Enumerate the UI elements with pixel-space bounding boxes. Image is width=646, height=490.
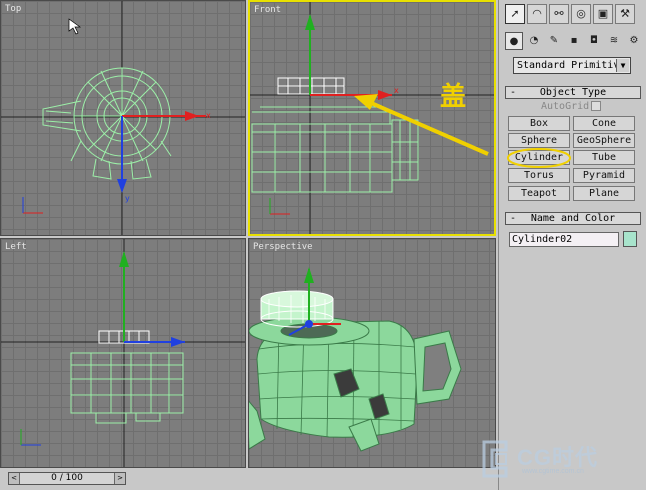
time-slider[interactable]: < 0 / 100 > [8,472,126,485]
viewport-label-front: Front [254,5,282,15]
svg-text:x: x [394,86,399,95]
motion-tab-icon[interactable]: ◎ [571,4,591,24]
tube-button[interactable]: Tube [573,150,635,165]
svg-text:y: y [125,194,130,203]
lights-icon[interactable]: ✎ [545,32,563,50]
object-name-field[interactable]: Cylinder02 [509,232,619,247]
watermark-url: www.cgtime.com.cn [522,468,584,475]
viewport-label-top: Top [5,4,22,14]
shapes-icon[interactable]: ◔ [525,32,543,50]
checkbox-icon[interactable] [591,101,602,111]
geometry-icon[interactable]: ● [505,32,523,50]
utilities-tab-icon[interactable]: ⚒ [615,4,635,24]
left-view-scene [1,239,245,467]
create-tab-pointer-icon[interactable]: ➚ [505,4,525,24]
perspective-view-scene [249,267,462,452]
time-slider-bar: < 0 / 100 > [0,468,498,490]
viewport-left[interactable]: Left [0,238,246,468]
watermark-logo-icon [482,440,508,478]
time-slider-value: 0 / 100 [51,473,83,483]
teapot-button[interactable]: Teapot [508,186,570,201]
pyramid-button[interactable]: Pyramid [573,168,635,183]
name-color-title: Name and Color [530,213,616,224]
display-tab-icon[interactable]: ▣ [593,4,613,24]
annotation-label: 盖 [440,82,467,112]
spacewarps-icon[interactable]: ≋ [605,32,623,50]
geosphere-button[interactable]: GeoSphere [573,133,635,148]
watermark: CG时代 www.cgtime.com.cn [480,436,640,486]
category-value: Standard Primitiv [517,60,620,71]
chevron-right-icon[interactable]: > [114,473,125,484]
systems-icon[interactable]: ⚙ [625,32,643,50]
category-dropdown[interactable]: Standard Primitiv ▼ [513,57,631,74]
viewport-label-perspective: Perspective [253,242,313,252]
viewport-top[interactable]: x y Top [0,0,246,236]
hierarchy-tab-icon[interactable]: ⚯ [549,4,569,24]
chevron-down-icon[interactable]: ▼ [616,59,629,72]
viewport-perspective[interactable]: Perspective [248,238,496,468]
cameras-icon[interactable]: ▪ [565,32,583,50]
command-panel: ➚ ◠ ⚯ ◎ ▣ ⚒ ● ◔ ✎ ▪ ◘ ≋ ⚙ Standard Primi… [498,0,646,490]
autogrid-checkbox[interactable]: AutoGrid [541,101,602,112]
front-view-scene: x [250,2,494,234]
highlight-ellipse [507,148,571,168]
viewport-front[interactable]: x Front [248,0,496,236]
object-type-title: Object Type [539,87,607,98]
name-color-rollout-header[interactable]: - Name and Color [505,212,641,225]
cone-button[interactable]: Cone [573,116,635,131]
viewport-label-left: Left [5,242,27,252]
helpers-icon[interactable]: ◘ [585,32,603,50]
autogrid-label: AutoGrid [541,101,590,112]
object-color-swatch[interactable] [623,231,637,247]
top-view-scene: x y [1,1,245,235]
svg-text:x: x [206,111,211,120]
torus-button[interactable]: Torus [508,168,570,183]
object-type-rollout-header[interactable]: - Object Type [505,86,641,99]
box-button[interactable]: Box [508,116,570,131]
plane-button[interactable]: Plane [573,186,635,201]
modify-tab-icon[interactable]: ◠ [527,4,547,24]
